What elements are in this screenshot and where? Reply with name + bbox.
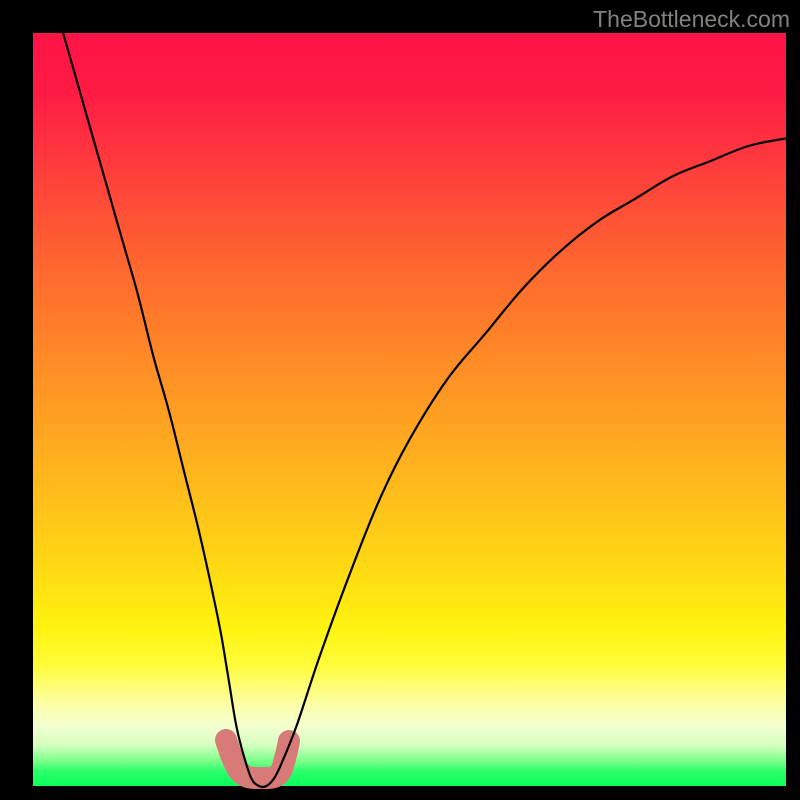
valley-marker xyxy=(226,740,289,778)
chart-frame: TheBottleneck.com xyxy=(0,0,800,800)
plot-area xyxy=(33,33,786,786)
watermark-text: TheBottleneck.com xyxy=(593,6,790,33)
chart-svg xyxy=(33,33,786,786)
bottleneck-curve xyxy=(63,33,786,787)
